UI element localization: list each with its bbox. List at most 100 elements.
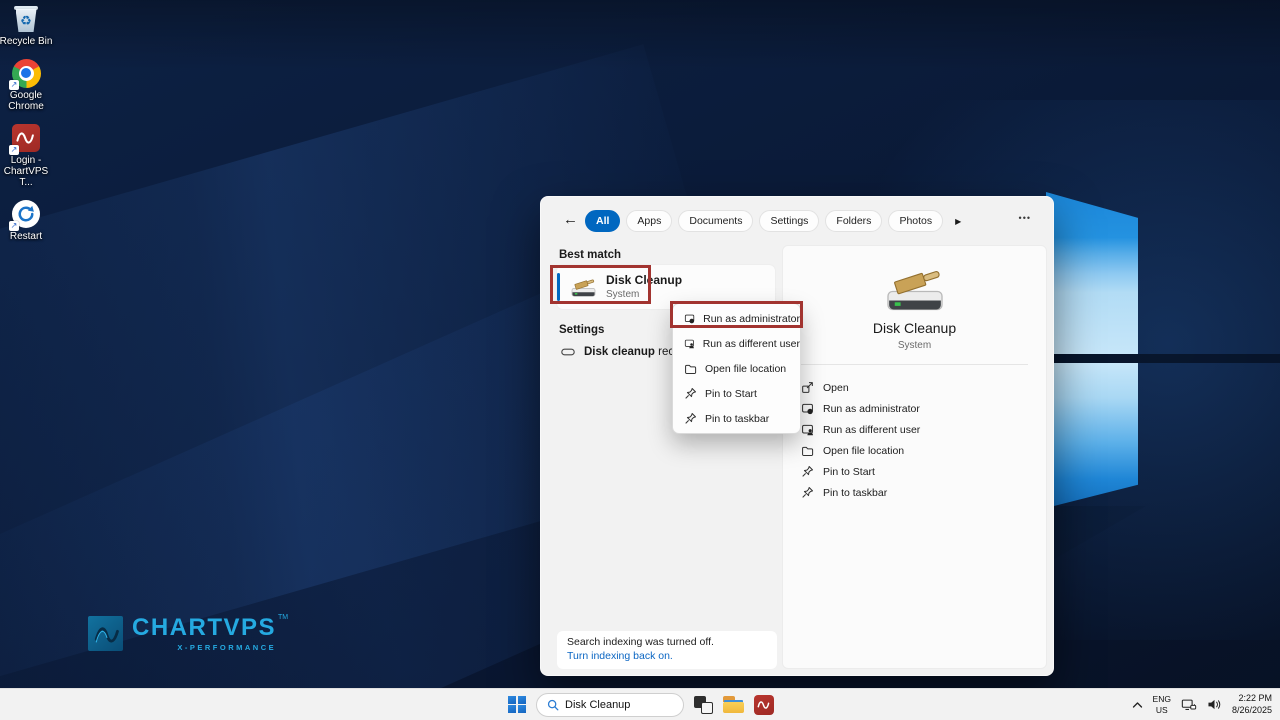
folder-icon bbox=[685, 364, 697, 375]
result-title: Disk Cleanup bbox=[606, 273, 683, 287]
language-indicator[interactable]: ENG US bbox=[1153, 694, 1171, 715]
detail-actions: Open Run as administrator Run as differe… bbox=[783, 377, 1046, 503]
menu-item-label: Pin to Start bbox=[705, 387, 757, 400]
pin-icon bbox=[685, 412, 697, 424]
start-button[interactable] bbox=[508, 695, 526, 714]
windows-logo-pane-bottom bbox=[1046, 363, 1138, 508]
tray-chevron-icon[interactable] bbox=[1132, 701, 1143, 709]
search-flyout-panel: ← All Apps Documents Settings Folders Ph… bbox=[540, 196, 1054, 676]
back-button[interactable]: ← bbox=[563, 211, 578, 228]
desktop-icon-label: Restart bbox=[9, 231, 43, 242]
context-menu-run-as-different-user[interactable]: Run as different user bbox=[673, 331, 800, 356]
action-pin-to-taskbar[interactable]: Pin to taskbar bbox=[783, 482, 1046, 503]
settings-result-bold: Disk cleanup bbox=[584, 346, 655, 358]
best-match-header: Best match bbox=[559, 249, 621, 261]
action-run-as-administrator[interactable]: Run as administrator bbox=[783, 398, 1046, 419]
disk-cleanup-icon bbox=[570, 275, 597, 298]
time-text: 2:22 PM bbox=[1238, 692, 1272, 703]
run-as-admin-icon bbox=[684, 314, 695, 324]
system-tray: ENG US 2:22 PM 8/26/2025 bbox=[1132, 689, 1272, 720]
context-menu-open-file-location[interactable]: Open file location bbox=[673, 356, 800, 381]
taskbar-search-input[interactable] bbox=[565, 698, 670, 711]
run-as-admin-icon bbox=[802, 403, 813, 415]
turn-indexing-on-link[interactable]: Turn indexing back on. bbox=[567, 650, 767, 662]
indexing-notice: Search indexing was turned off. Turn ind… bbox=[557, 631, 777, 669]
menu-item-label: Open file location bbox=[705, 362, 787, 375]
desktop-icon-google-chrome[interactable]: ↗ Google Chrome bbox=[0, 58, 52, 112]
shortcut-arrow-icon: ↗ bbox=[9, 221, 19, 231]
pin-icon bbox=[802, 465, 814, 477]
chartvps-watermark: CHARTVPS TM X-PERFORMANCE bbox=[88, 614, 289, 652]
date-text: 8/26/2025 bbox=[1231, 704, 1272, 715]
context-menu-pin-to-taskbar[interactable]: Pin to taskbar bbox=[673, 406, 800, 431]
task-view-button[interactable] bbox=[694, 695, 713, 714]
action-run-as-different-user[interactable]: Run as different user bbox=[783, 419, 1046, 440]
run-as-user-icon bbox=[802, 424, 813, 436]
tab-settings[interactable]: Settings bbox=[759, 210, 820, 232]
settings-header: Settings bbox=[559, 324, 605, 336]
desktop-icon-label: Google Chrome bbox=[8, 90, 44, 112]
tab-folders[interactable]: Folders bbox=[825, 210, 883, 232]
desktop-icon-recycle-bin[interactable]: ♻ Recycle Bin bbox=[0, 4, 52, 47]
shortcut-arrow-icon: ↗ bbox=[9, 145, 19, 155]
shortcut-arrow-icon: ↗ bbox=[9, 80, 19, 90]
context-menu-pin-to-start[interactable]: Pin to Start bbox=[673, 381, 800, 406]
divider bbox=[801, 364, 1028, 365]
recycle-bin-icon: ♻ bbox=[11, 4, 41, 34]
desktop-icon-restart[interactable]: ↗ Restart bbox=[0, 199, 52, 242]
more-options-icon[interactable]: ••• bbox=[1019, 213, 1031, 223]
desktop-icon-label: Recycle Bin bbox=[0, 36, 53, 47]
network-icon[interactable] bbox=[1181, 698, 1197, 712]
windows-logo-pane-top bbox=[1046, 192, 1138, 354]
action-pin-to-start[interactable]: Pin to Start bbox=[783, 461, 1046, 482]
desktop-icon-login-chartvps[interactable]: ↗ Login - ChartVPS T... bbox=[0, 123, 52, 188]
tab-apps[interactable]: Apps bbox=[626, 210, 673, 232]
menu-item-label: Run as different user bbox=[702, 337, 800, 350]
result-detail-card: Disk Cleanup System Open Run as administ… bbox=[782, 245, 1047, 669]
wallpaper-shade bbox=[0, 0, 1280, 70]
chartvps-app-icon: ↗ bbox=[9, 123, 41, 155]
disk-cleanup-icon-large bbox=[883, 260, 947, 314]
desktop-icon-label: Login - ChartVPS T... bbox=[3, 155, 49, 188]
chrome-icon: ↗ bbox=[9, 58, 41, 90]
taskbar-search-box[interactable] bbox=[536, 692, 684, 717]
pin-icon bbox=[802, 486, 814, 498]
tab-all[interactable]: All bbox=[585, 210, 621, 232]
taskbar-center-icons bbox=[508, 689, 774, 720]
detail-title: Disk Cleanup bbox=[872, 320, 957, 336]
settings-capsule-icon bbox=[561, 345, 575, 359]
desktop-icons: ♻ Recycle Bin ↗ Google Chrome ↗ Login - … bbox=[0, 4, 52, 242]
menu-item-label: Run as administrator bbox=[703, 312, 800, 325]
windows-logo-crossbar bbox=[1046, 354, 1280, 363]
restart-icon: ↗ bbox=[9, 199, 41, 231]
detail-subtitle: System bbox=[897, 340, 932, 351]
desktop-wallpaper: ♻ Recycle Bin ↗ Google Chrome ↗ Login - … bbox=[0, 0, 1280, 720]
context-menu-run-as-administrator[interactable]: Run as administrator bbox=[673, 306, 800, 331]
action-label: Pin to taskbar bbox=[823, 486, 888, 499]
context-menu: Run as administrator Run as different us… bbox=[672, 303, 801, 434]
action-open-file-location[interactable]: Open file location bbox=[783, 440, 1046, 461]
watermark-tagline: X-PERFORMANCE bbox=[177, 643, 277, 652]
run-as-user-icon bbox=[684, 339, 694, 349]
action-label: Run as administrator bbox=[823, 402, 920, 415]
search-filter-tabs: All Apps Documents Settings Folders Phot… bbox=[585, 210, 961, 232]
volume-icon[interactable] bbox=[1207, 698, 1222, 711]
open-icon bbox=[802, 382, 813, 393]
action-label: Pin to Start bbox=[823, 465, 875, 478]
action-label: Open bbox=[823, 381, 849, 394]
tabs-overflow-icon[interactable]: ▶ bbox=[955, 217, 961, 226]
file-explorer-button[interactable] bbox=[723, 696, 744, 713]
watermark-tm: TM bbox=[278, 614, 289, 621]
chartvps-wave-icon bbox=[757, 700, 770, 709]
watermark-brand: CHARTVPS bbox=[132, 614, 277, 641]
action-open[interactable]: Open bbox=[783, 377, 1046, 398]
tab-documents[interactable]: Documents bbox=[678, 210, 754, 232]
tab-photos[interactable]: Photos bbox=[888, 210, 944, 232]
folder-icon bbox=[802, 446, 814, 457]
menu-item-label: Pin to taskbar bbox=[705, 412, 770, 425]
chartvps-taskbar-button[interactable] bbox=[754, 694, 774, 715]
action-label: Open file location bbox=[823, 444, 905, 457]
clock[interactable]: 2:22 PM 8/26/2025 bbox=[1232, 693, 1272, 716]
pin-icon bbox=[685, 387, 697, 399]
indexing-message: Search indexing was turned off. bbox=[567, 636, 714, 648]
